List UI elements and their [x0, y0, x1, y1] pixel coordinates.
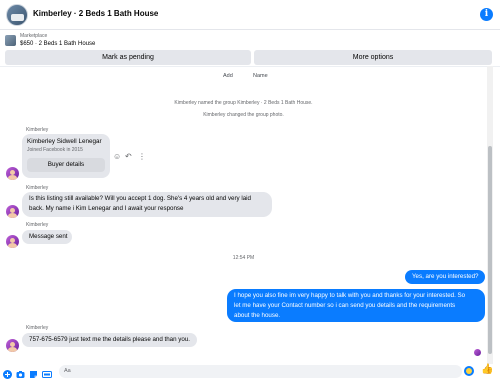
listing-thumbnail[interactable] [5, 35, 16, 46]
buyer-details-button[interactable]: Buyer details [27, 158, 105, 172]
avatar[interactable] [6, 167, 19, 180]
thumbs-up-icon[interactable]: 👍 [481, 364, 493, 376]
sender-name: Kimberley [26, 185, 49, 191]
sticker-icon[interactable] [29, 366, 38, 378]
profile-card-subtitle: Joined Facebook in 2015 [27, 147, 83, 153]
message-bubble[interactable]: 757-675-6579 just text me the details pl… [22, 333, 197, 347]
sender-name: Kimberley [26, 325, 49, 331]
avatar[interactable] [6, 339, 19, 352]
more-options-button[interactable]: More options [254, 50, 492, 65]
mark-as-pending-button[interactable]: Mark as pending [5, 50, 251, 65]
add-people-label[interactable]: Add [223, 73, 233, 79]
system-message: Kimberley changed the group photo. [203, 112, 284, 118]
listing-title[interactable]: $650 · 2 Beds 1 Bath House [20, 41, 95, 47]
outgoing-message-bubble[interactable]: Yes, are you interested? [405, 270, 485, 284]
message-text-line: let me have your Contact number so i can… [234, 302, 456, 309]
seen-indicator-avatar [474, 349, 481, 356]
gif-icon[interactable] [42, 366, 52, 378]
name-group-label[interactable]: Name [253, 73, 268, 79]
message-text-line: back. My name i Kim Lenegar and I await … [29, 205, 184, 212]
plus-icon[interactable] [3, 366, 12, 379]
message-input[interactable]: Aa [59, 365, 462, 378]
conversation-title[interactable]: Kimberley · 2 Beds 1 Bath House [33, 9, 158, 18]
avatar[interactable] [6, 235, 19, 248]
sender-name: Kimberley [26, 127, 49, 133]
emoji-icon[interactable] [464, 366, 474, 376]
message-bubble[interactable]: Is this listing still available? Will yo… [22, 192, 272, 217]
message-text-line: Is this listing still available? Will yo… [29, 195, 251, 202]
more-icon[interactable]: ⋮ [138, 152, 146, 162]
message-text-line: I hope you also fine im very happy to ta… [234, 292, 466, 299]
scrollbar-thumb[interactable] [488, 146, 492, 354]
profile-card-name[interactable]: Kimberley Sidwell Lenegar [27, 138, 102, 145]
group-avatar[interactable] [6, 4, 28, 26]
divider [0, 66, 500, 67]
react-icon[interactable]: ☺ [113, 152, 121, 162]
reply-icon[interactable]: ↶ [125, 152, 132, 162]
system-message: Kimberley named the group Kimberley · 2 … [174, 100, 313, 106]
outgoing-message-bubble[interactable]: I hope you also fine im very happy to ta… [227, 289, 485, 322]
camera-icon[interactable] [16, 366, 25, 378]
avatar[interactable] [6, 205, 19, 218]
sender-name: Kimberley [26, 222, 49, 228]
message-timestamp: 12:54 PM [232, 255, 255, 261]
message-text-line: about the house. [234, 312, 281, 319]
marketplace-label: Marketplace [20, 33, 48, 39]
message-bubble[interactable]: Message sent [22, 230, 72, 244]
info-icon[interactable]: i [480, 8, 493, 21]
